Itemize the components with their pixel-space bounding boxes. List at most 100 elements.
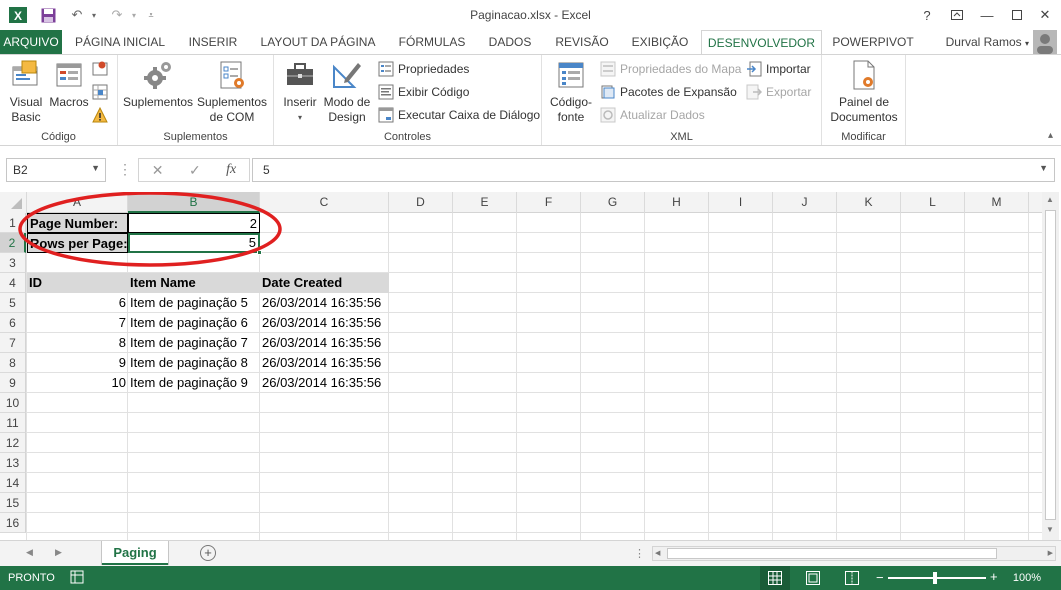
scroll-right-icon[interactable]: ▶ [1048,549,1053,557]
column-header-e[interactable]: E [453,192,517,213]
column-header-f[interactable]: F [517,192,581,213]
vertical-scrollbar[interactable]: ▲ ▼ [1042,192,1059,540]
table-header-cell[interactable]: Date Created [260,273,389,293]
table-cell-id[interactable]: 10 [27,373,128,393]
table-cell-date-created[interactable]: 26/03/2014 16:35:56 [260,293,389,313]
column-header-l[interactable]: L [901,192,965,213]
row-header-9[interactable]: 9 [0,373,26,393]
column-header-h[interactable]: H [645,192,709,213]
suplementos-com-button[interactable]: Suplementos de COM [194,59,270,125]
help-icon[interactable]: ? [912,4,942,26]
inserir-control-button[interactable]: Inserir ▾ [280,59,320,125]
column-header-k[interactable]: K [837,192,901,213]
worksheet-grid[interactable]: ABCDEFGHIJKLM 1 2 3 4 5 6 7 8 9 10 11 12 13 14 15 16 Pa… [0,192,1061,540]
table-cell-date-created[interactable]: 26/03/2014 16:35:56 [260,353,389,373]
table-cell-item-name[interactable]: Item de paginação 8 [128,353,260,373]
formula-input[interactable]: 5 ▼ [252,158,1055,182]
insert-function-icon[interactable]: fx [226,162,236,178]
row-header-14[interactable]: 14 [0,473,26,493]
enter-icon[interactable]: ✓ [189,162,201,179]
row-header-7[interactable]: 7 [0,333,26,353]
record-macro-button[interactable] [92,59,112,79]
table-cell-id[interactable]: 6 [27,293,128,313]
expand-formula-bar-icon[interactable]: ▼ [1039,163,1048,173]
avatar[interactable] [1033,30,1057,54]
atualizar-dados-button[interactable]: Atualizar Dados [600,105,705,125]
row-header-10[interactable]: 10 [0,393,26,413]
tab-revisao[interactable]: REVISÃO [544,30,620,54]
page-break-view-icon[interactable] [845,571,859,588]
scroll-up-icon[interactable]: ▲ [1046,195,1054,204]
user-name[interactable]: Durval Ramos ▾ [946,35,1029,49]
table-cell-date-created[interactable]: 26/03/2014 16:35:56 [260,333,389,353]
macro-recording-icon[interactable] [70,570,84,587]
importar-button[interactable]: Importar [746,59,811,79]
table-header-cell[interactable]: ID [27,273,128,293]
tab-formulas[interactable]: FÓRMULAS [388,30,476,54]
next-sheet-icon[interactable]: ▶ [55,547,62,558]
vertical-scroll-thumb[interactable] [1045,210,1056,520]
tab-powerpivot[interactable]: POWERPIVOT [826,30,920,54]
horizontal-scrollbar[interactable]: ◀ ▶ [652,546,1056,561]
row-header-6[interactable]: 6 [0,313,26,333]
macro-security-button[interactable] [92,105,112,125]
relative-references-button[interactable] [92,82,112,102]
column-header-j[interactable]: J [773,192,837,213]
prev-sheet-icon[interactable]: ◀ [26,547,33,558]
row-header-4[interactable]: 4 [0,273,26,293]
tab-inserir[interactable]: INSERIR [178,30,248,54]
row-header-8[interactable]: 8 [0,353,26,373]
exibir-codigo-button[interactable]: Exibir Código [378,82,469,102]
ribbon-display-options-icon[interactable] [942,4,972,26]
normal-view-button[interactable] [760,566,790,590]
propriedades-mapa-button[interactable]: Propriedades do Mapa [600,59,741,79]
suplementos-button[interactable]: Suplementos [122,59,194,110]
table-cell-id[interactable]: 9 [27,353,128,373]
column-header-i[interactable]: I [709,192,773,213]
row-header-5[interactable]: 5 [0,293,26,313]
zoom-slider[interactable] [888,577,986,579]
page-layout-view-icon[interactable] [806,571,820,588]
table-cell-item-name[interactable]: Item de paginação 5 [128,293,260,313]
row-header-16[interactable]: 16 [0,513,26,533]
scroll-left-icon[interactable]: ◀ [655,549,660,557]
macros-button[interactable]: Macros [48,59,90,110]
name-box[interactable]: B2 ▼ [6,158,106,182]
tab-dados[interactable]: DADOS [478,30,542,54]
tab-exibicao[interactable]: EXIBIÇÃO [622,30,698,54]
row-header-12[interactable]: 12 [0,433,26,453]
propriedades-button[interactable]: Propriedades [378,59,469,79]
horizontal-scroll-thumb[interactable] [667,548,997,559]
table-cell-id[interactable]: 7 [27,313,128,333]
close-icon[interactable]: ✕ [1030,4,1060,26]
pacotes-expansao-button[interactable]: Pacotes de Expansão [600,82,737,102]
more-options-icon[interactable]: ⋮ [118,161,132,178]
table-header-cell[interactable]: Item Name [128,273,260,293]
row-header-13[interactable]: 13 [0,453,26,473]
zoom-in-icon[interactable]: + [990,569,998,584]
table-cell-date-created[interactable]: 26/03/2014 16:35:56 [260,313,389,333]
scroll-down-icon[interactable]: ▼ [1046,525,1054,534]
table-cell-item-name[interactable]: Item de paginação 9 [128,373,260,393]
table-cell-date-created[interactable]: 26/03/2014 16:35:56 [260,373,389,393]
collapse-ribbon-icon[interactable]: ▴ [1048,130,1053,141]
column-header-d[interactable]: D [389,192,453,213]
exportar-button[interactable]: Exportar [746,82,811,102]
row-header-11[interactable]: 11 [0,413,26,433]
table-cell-id[interactable]: 8 [27,333,128,353]
tab-split-handle[interactable]: ⋮ [634,547,645,560]
tab-layout-da-pagina[interactable]: LAYOUT DA PÁGINA [250,30,386,54]
tab-desenvolvedor[interactable]: DESENVOLVEDOR [701,30,822,55]
codigo-fonte-button[interactable]: Código-fonte [546,59,596,125]
zoom-slider-thumb[interactable] [933,572,937,584]
visual-basic-button[interactable]: Visual Basic [4,59,48,125]
table-cell-item-name[interactable]: Item de paginação 7 [128,333,260,353]
sheet-tab-paging[interactable]: Paging [102,541,168,565]
tab-pagina-inicial[interactable]: PÁGINA INICIAL [64,30,176,54]
minimize-icon[interactable]: — [972,4,1002,26]
zoom-out-icon[interactable]: − [876,570,884,585]
maximize-icon[interactable] [1002,4,1032,26]
row-header-15[interactable]: 15 [0,493,26,513]
column-header-g[interactable]: G [581,192,645,213]
cancel-icon[interactable]: ✕ [152,162,164,179]
